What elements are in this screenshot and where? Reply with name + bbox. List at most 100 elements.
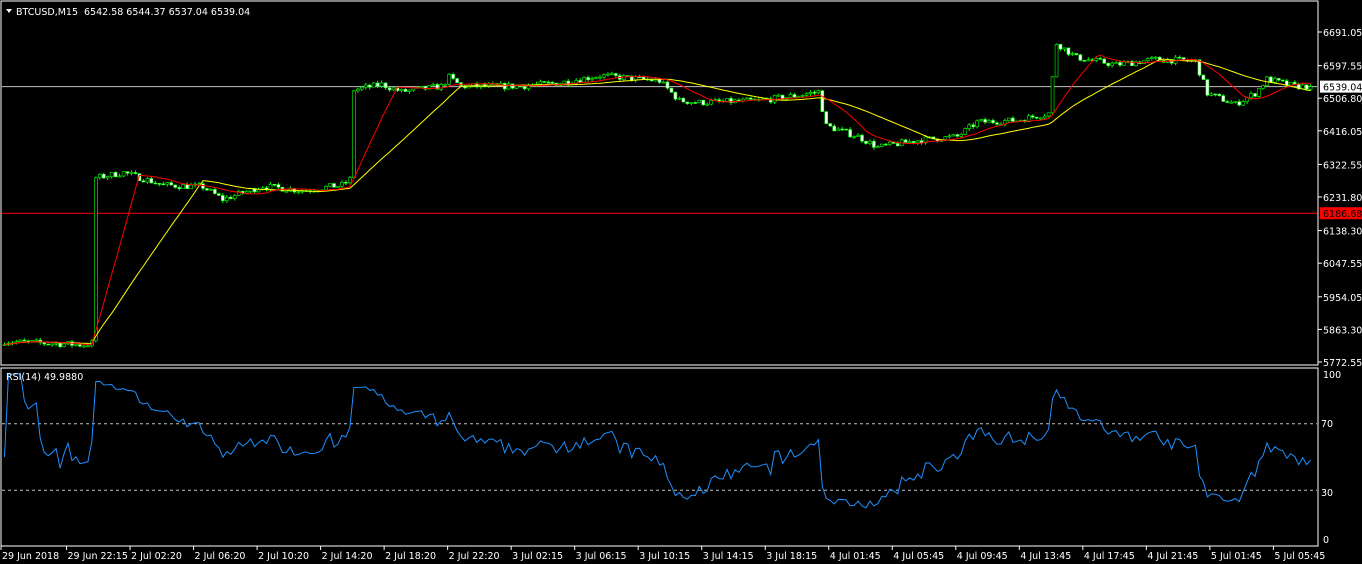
candle-body xyxy=(860,134,864,142)
candle-body xyxy=(121,171,126,177)
hline-price-label: 6186.68 xyxy=(1323,209,1362,220)
candle-body xyxy=(455,78,459,83)
candle-body xyxy=(125,171,130,174)
candle-body xyxy=(820,90,825,112)
candle-body xyxy=(1288,82,1293,86)
candle-body xyxy=(895,143,900,147)
candle-body xyxy=(1253,93,1257,97)
candle-body xyxy=(911,141,916,144)
candle-body xyxy=(590,78,594,81)
price-tick-label: 6047.55 xyxy=(1323,259,1362,270)
candle-body xyxy=(812,92,817,94)
candle-body xyxy=(403,88,408,92)
ohlc-values: 6542.58 6544.37 6537.04 6539.04 xyxy=(84,7,250,18)
candle-body xyxy=(947,135,952,138)
candle-body xyxy=(832,125,837,132)
candle-body xyxy=(391,87,396,91)
candle-body xyxy=(983,119,987,123)
trading-chart[interactable]: 6691.05 6597.55 6506.80 6416.05 6322.55 6231.… xyxy=(0,0,1362,564)
candle-body xyxy=(145,178,150,183)
candle-body xyxy=(113,172,118,178)
candle-body xyxy=(1154,56,1158,59)
candle-body xyxy=(173,184,178,188)
candle-body xyxy=(1102,58,1106,64)
candle-body xyxy=(1011,117,1015,122)
candle-body xyxy=(562,80,567,84)
candle-body xyxy=(447,74,451,85)
candle-body xyxy=(228,196,233,200)
time-tick-label: 3 Jul 14:15 xyxy=(703,551,754,562)
candle-body xyxy=(169,182,174,186)
candle-body xyxy=(336,185,340,188)
time-tick-label: 2 Jul 18:20 xyxy=(385,551,436,562)
time-tick-label: 3 Jul 02:15 xyxy=(512,551,563,562)
candle-body xyxy=(550,81,555,84)
candle-body xyxy=(1110,62,1114,66)
candle-body xyxy=(54,343,58,345)
candle-body xyxy=(979,119,983,122)
candle-body xyxy=(1221,95,1226,102)
price-tick-label: 5772.55 xyxy=(1323,358,1362,369)
candle-body xyxy=(213,189,217,194)
candle-body xyxy=(681,97,686,103)
candle-body xyxy=(610,73,614,75)
candle-body xyxy=(1086,59,1091,62)
candle-body xyxy=(1308,86,1313,90)
candle-body xyxy=(296,191,301,193)
price-tick-label: 6597.55 xyxy=(1323,62,1362,73)
candle-body xyxy=(1074,53,1079,55)
candle-body xyxy=(1122,61,1126,66)
candle-body xyxy=(1066,47,1071,55)
candle-body xyxy=(1038,117,1043,120)
candle-body xyxy=(701,99,706,106)
candle-body xyxy=(165,182,170,185)
candle-body xyxy=(363,84,368,88)
candle-body xyxy=(749,97,753,100)
price-tick-label: 5863.30 xyxy=(1323,325,1362,336)
candle-body xyxy=(606,73,610,76)
candle-body xyxy=(1241,101,1245,106)
price-tick-label: 5954.05 xyxy=(1323,293,1362,304)
candle-body xyxy=(1042,115,1047,119)
candle-body xyxy=(880,143,884,147)
candle-body xyxy=(669,87,674,93)
candle-body xyxy=(399,88,404,91)
candle-body xyxy=(1150,57,1154,59)
candle-body xyxy=(1106,62,1110,66)
time-tick-label: 2 Jul 02:20 xyxy=(131,551,182,562)
candle-body xyxy=(340,182,344,187)
time-tick-label: 2 Jul 06:20 xyxy=(195,551,246,562)
candle-body xyxy=(18,339,23,342)
price-tick-label: 6416.05 xyxy=(1323,127,1362,138)
candle-body xyxy=(602,74,606,78)
candle-body xyxy=(22,339,27,342)
candle-body xyxy=(1277,78,1281,81)
candle-body xyxy=(776,94,781,97)
candle-body xyxy=(856,134,860,137)
candle-body xyxy=(328,183,332,187)
candle-body xyxy=(546,81,551,84)
candle-body xyxy=(1114,62,1118,64)
rsi-level-70: 70 xyxy=(1321,419,1333,430)
time-tick-label: 2 Jul 22:20 xyxy=(449,551,500,562)
candle-body xyxy=(387,87,392,91)
candle-body xyxy=(129,172,134,174)
candle-body xyxy=(594,77,598,79)
candle-body xyxy=(78,344,82,347)
candle-body xyxy=(506,83,511,90)
candle-body xyxy=(94,177,98,342)
candle-body xyxy=(1273,78,1277,83)
rsi-level-30: 30 xyxy=(1321,488,1333,499)
candle-body xyxy=(987,120,991,123)
candle-body xyxy=(439,83,444,90)
candle-body xyxy=(1233,101,1237,103)
time-tick-label: 4 Jul 13:45 xyxy=(1020,551,1071,562)
candle-body xyxy=(1034,116,1039,119)
candle-body xyxy=(276,184,281,188)
price-tick-label: 6691.05 xyxy=(1323,28,1362,39)
candle-body xyxy=(356,88,360,92)
candle-body xyxy=(359,86,364,90)
candle-body xyxy=(149,178,154,184)
rsi-level-100: 100 xyxy=(1323,370,1341,381)
candle-body xyxy=(828,123,833,127)
